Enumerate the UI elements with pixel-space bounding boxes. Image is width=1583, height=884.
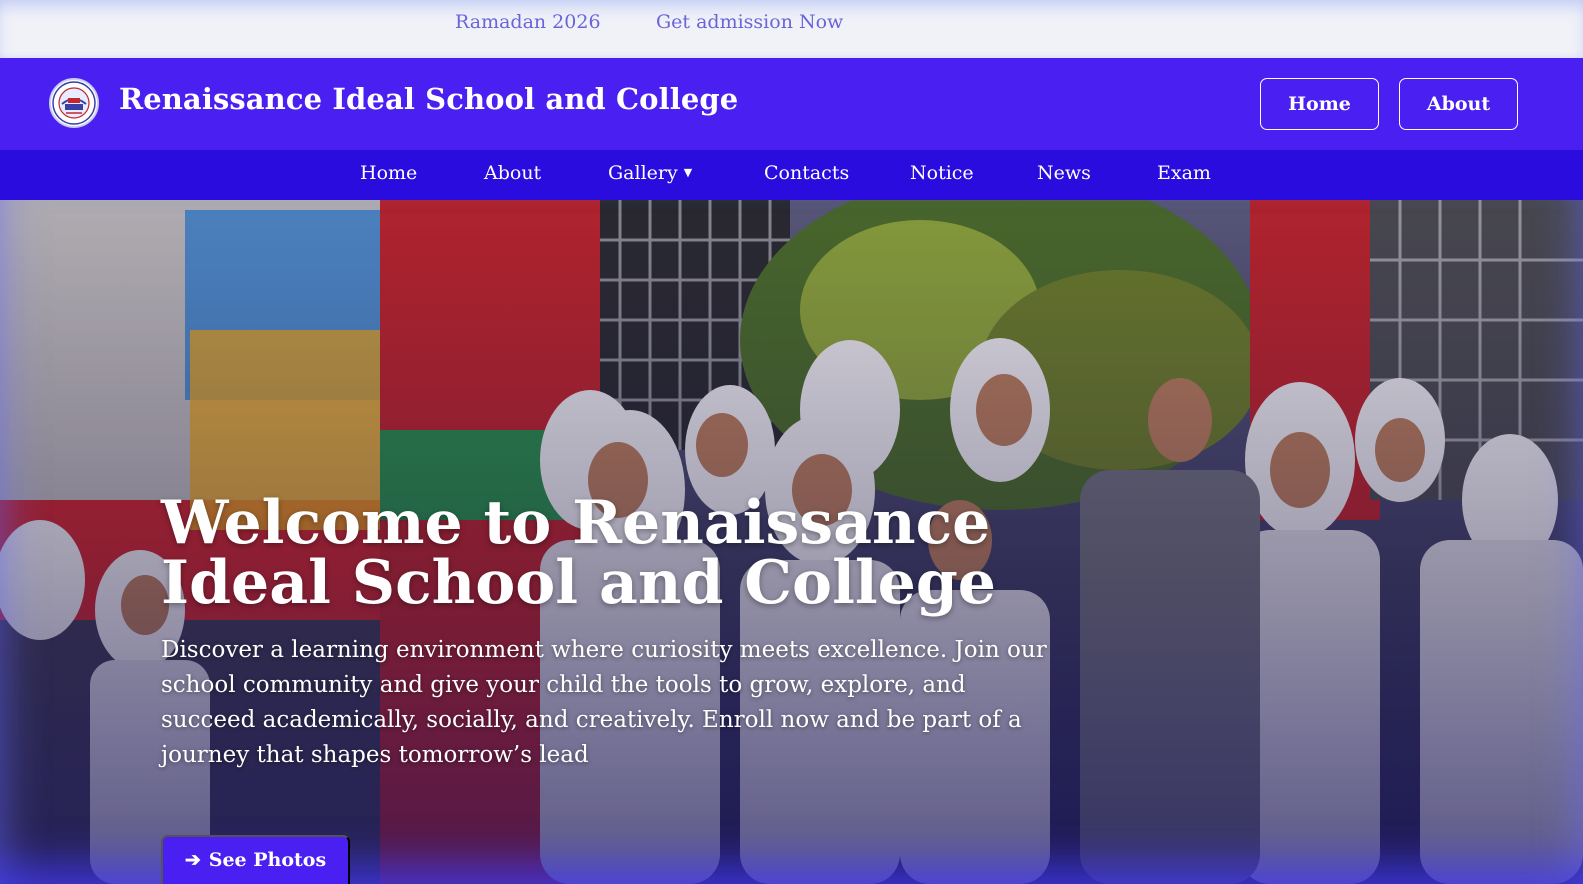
header-about-button[interactable]: About [1399,78,1518,130]
see-photos-label: See Photos [208,849,327,871]
nav-item-notice[interactable]: Notice [910,162,974,184]
see-photos-button[interactable]: ➔ See Photos [161,835,350,884]
nav-item-label: About [484,162,542,184]
caret-down-icon: ▼ [683,166,693,179]
ticker-item-ramadan[interactable]: Ramadan 2026 [455,11,601,33]
nav-item-label: Gallery [608,162,678,184]
school-logo[interactable] [49,78,99,128]
arrow-right-icon: ➔ [184,849,201,871]
nav-item-label: Notice [910,162,974,184]
announcement-bar: Ramadan 2026 Get admission Now [0,0,1583,58]
nav-item-news[interactable]: News [1037,162,1091,184]
nav-item-about[interactable]: About [484,162,541,184]
site-header: Renaissance Ideal School and College Hom… [0,58,1583,150]
site-title[interactable]: Renaissance Ideal School and College [119,82,738,116]
nav-item-contacts[interactable]: Contacts [764,162,849,184]
hero-title: Welcome to Renaissance Ideal School and … [161,493,1061,613]
main-nav: Home About Gallery ▼ Contacts Notice News… [0,150,1583,200]
hero-description: Discover a learning environment where cu… [161,637,1047,768]
school-crest-icon [52,81,96,125]
ticker-item-admission[interactable]: Get admission Now [656,11,843,33]
header-home-button[interactable]: Home [1260,78,1379,130]
nav-item-label: Home [360,162,418,184]
hero-title-line-2: Ideal School and College [161,548,996,618]
hero-banner: Welcome to Renaissance Ideal School and … [0,200,1583,884]
nav-item-label: Contacts [764,162,850,184]
nav-item-label: Exam [1157,162,1211,184]
nav-item-gallery[interactable]: Gallery ▼ [608,162,692,184]
nav-item-home[interactable]: Home [360,162,417,184]
nav-item-label: News [1037,162,1091,184]
nav-item-exam[interactable]: Exam [1157,162,1211,184]
